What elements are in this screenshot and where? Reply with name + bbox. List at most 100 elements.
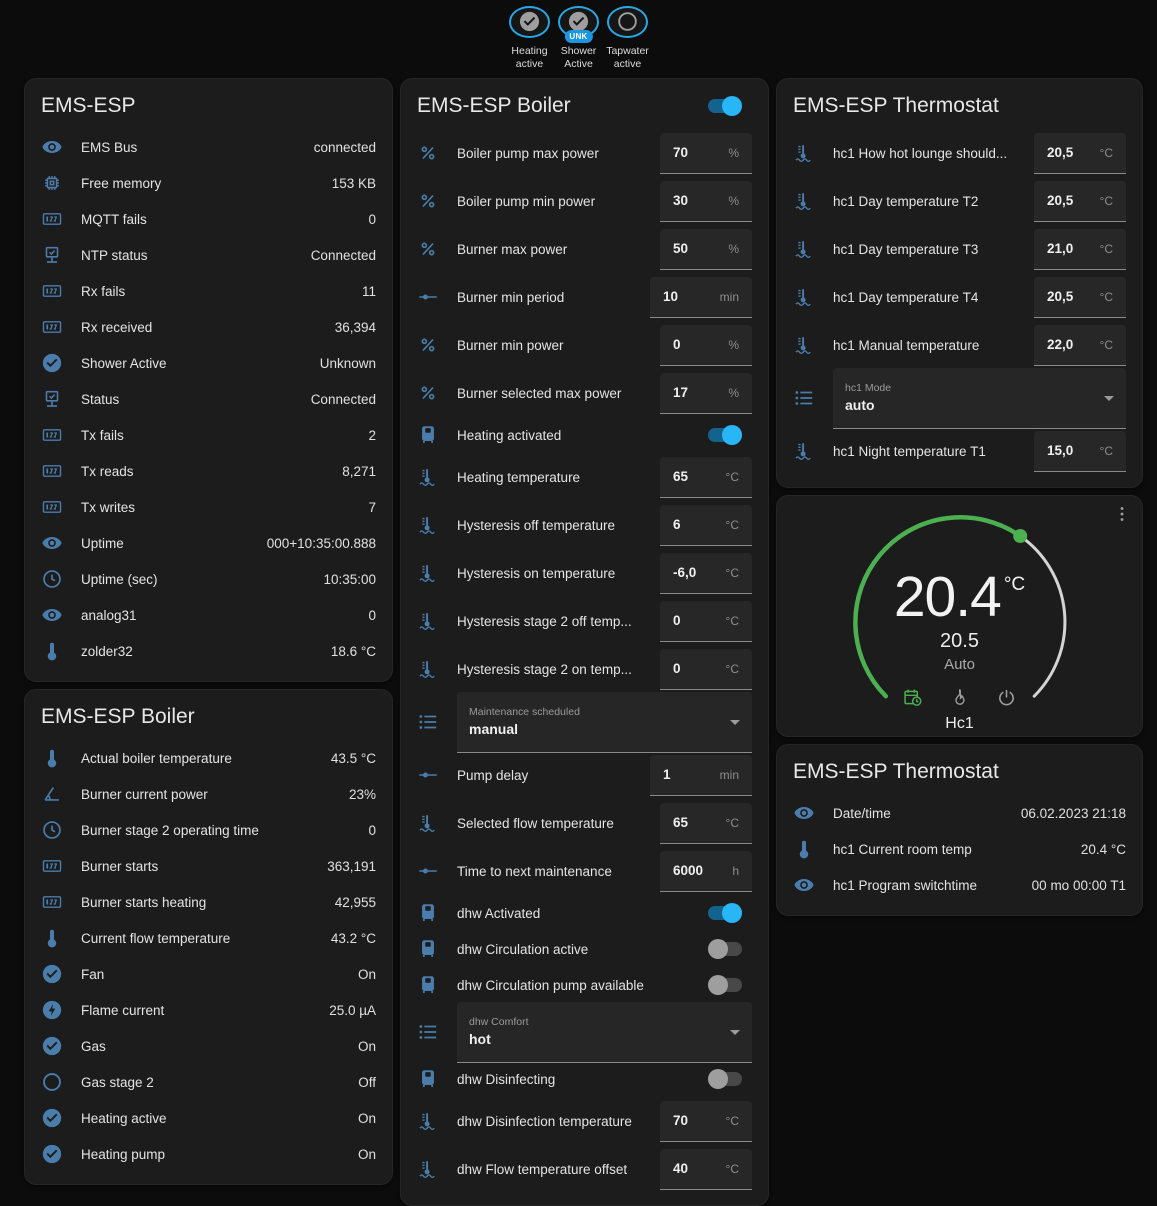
entity-row[interactable]: Uptime (sec)10:35:00 xyxy=(41,561,376,597)
entity-label: Selected flow temperature xyxy=(457,816,660,831)
status-badge[interactable]: Heating active xyxy=(507,6,553,72)
entity-row[interactable]: Heating pumpOn xyxy=(41,1136,376,1172)
entity-row[interactable]: MQTT fails0 xyxy=(41,201,376,237)
entity-row[interactable]: Flame current25.0 µA xyxy=(41,992,376,1028)
number-input[interactable]: 17% xyxy=(660,373,752,414)
number-value: 1 xyxy=(663,767,671,782)
number-input[interactable]: 70% xyxy=(660,133,752,174)
entity-row[interactable]: Tx reads8,271 xyxy=(41,453,376,489)
entity-row[interactable]: Burner stage 2 operating time0 xyxy=(41,812,376,848)
thermometer-icon xyxy=(793,838,833,860)
entity-row[interactable]: Shower ActiveUnknown xyxy=(41,345,376,381)
entity-label: Gas stage 2 xyxy=(81,1075,350,1090)
coolant-icon xyxy=(793,440,833,462)
number-unit: °C xyxy=(1100,290,1113,304)
card-toggle[interactable] xyxy=(708,99,742,113)
entity-row[interactable]: Uptime000+10:35:00.888 xyxy=(41,525,376,561)
entity-label: Date/time xyxy=(833,806,1013,821)
number-input[interactable]: 50% xyxy=(660,229,752,270)
number-input[interactable]: 65°C xyxy=(660,803,752,844)
entity-row[interactable]: Burner starts heating42,955 xyxy=(41,884,376,920)
number-input[interactable]: 22,0°C xyxy=(1034,325,1126,366)
number-input[interactable]: 20,5°C xyxy=(1034,277,1126,318)
number-value: 6000 xyxy=(673,863,703,878)
number-input[interactable]: 15,0°C xyxy=(1034,431,1126,472)
clock-icon xyxy=(41,568,81,590)
number-input[interactable]: 30% xyxy=(660,181,752,222)
number-input[interactable]: 0°C xyxy=(660,649,752,690)
number-input[interactable]: 21,0°C xyxy=(1034,229,1126,270)
entity-row[interactable]: GasOn xyxy=(41,1028,376,1064)
entity-row[interactable]: EMS Busconnected xyxy=(41,129,376,165)
number-input[interactable]: 0% xyxy=(660,325,752,366)
counter-icon xyxy=(41,460,81,482)
heat-mode-icon[interactable] xyxy=(949,687,970,713)
entity-row[interactable]: StatusConnected xyxy=(41,381,376,417)
setpoint-handle[interactable] xyxy=(1013,529,1027,543)
status-badge[interactable]: UNK Shower Active xyxy=(556,6,602,72)
entity-row[interactable]: Free memory153 KB xyxy=(41,165,376,201)
entity-label: MQTT fails xyxy=(81,212,360,227)
card-title: EMS-ESP Thermostat xyxy=(793,760,999,784)
number-input[interactable]: 20,5°C xyxy=(1034,181,1126,222)
entity-row[interactable]: Burner current power23% xyxy=(41,776,376,812)
number-input[interactable]: 10min xyxy=(650,277,752,318)
entity-row[interactable]: NTP statusConnected xyxy=(41,237,376,273)
entity-row[interactable]: zolder3218.6 °C xyxy=(41,633,376,669)
entity-row[interactable]: Rx received36,394 xyxy=(41,309,376,345)
number-input[interactable]: 0°C xyxy=(660,601,752,642)
list-icon xyxy=(417,1021,457,1043)
badge-label: Tapwater active xyxy=(605,45,651,72)
entity-row[interactable]: Current flow temperature43.2 °C xyxy=(41,920,376,956)
entity-row[interactable]: Date/time06.02.2023 21:18 xyxy=(793,795,1126,831)
toggle-switch[interactable] xyxy=(708,428,742,442)
ray-icon xyxy=(417,764,457,786)
number-input[interactable]: 40°C xyxy=(660,1149,752,1190)
power-off-icon[interactable] xyxy=(996,687,1017,713)
entity-row[interactable]: Actual boiler temperature43.5 °C xyxy=(41,740,376,776)
boiler-icon xyxy=(417,938,457,960)
number-input[interactable]: 6000 h xyxy=(660,851,752,892)
percent-icon xyxy=(417,382,457,404)
select-input[interactable]: Maintenance scheduledmanual xyxy=(457,692,752,753)
entity-row[interactable]: FanOn xyxy=(41,956,376,992)
entity-row: Hysteresis off temperature6°C xyxy=(417,501,752,549)
select-input[interactable]: dhw Comforthot xyxy=(457,1002,752,1063)
number-input[interactable]: 6°C xyxy=(660,505,752,546)
entity-row[interactable]: Tx fails2 xyxy=(41,417,376,453)
select-label: hc1 Mode xyxy=(845,382,1100,394)
flash-circle-icon xyxy=(41,999,81,1021)
number-input[interactable]: 70°C xyxy=(660,1101,752,1142)
toggle-switch[interactable] xyxy=(708,906,742,920)
entity-label: Rx received xyxy=(81,320,327,335)
card-thermostat-controls: EMS-ESP Thermostat hc1 How hot lounge sh… xyxy=(776,78,1143,488)
number-input[interactable]: 1 min xyxy=(650,755,752,796)
badge-label: Shower Active xyxy=(556,45,602,72)
entity-row[interactable]: hc1 Current room temp20.4 °C xyxy=(793,831,1126,867)
entity-value: 00 mo 00:00 T1 xyxy=(1032,878,1126,893)
entity-row[interactable]: hc1 Program switchtime00 mo 00:00 T1 xyxy=(793,867,1126,903)
select-input[interactable]: hc1 Modeauto xyxy=(833,368,1126,429)
status-badge[interactable]: Tapwater active xyxy=(605,6,651,72)
number-input[interactable]: 20,5°C xyxy=(1034,133,1126,174)
entity-row[interactable]: Heating activeOn xyxy=(41,1100,376,1136)
entity-row[interactable]: Burner starts363,191 xyxy=(41,848,376,884)
number-value: 65 xyxy=(673,469,688,484)
number-input[interactable]: 65°C xyxy=(660,457,752,498)
toggle-switch[interactable] xyxy=(708,1072,742,1086)
more-menu-icon[interactable] xyxy=(1112,504,1132,529)
entity-row[interactable]: Gas stage 2Off xyxy=(41,1064,376,1100)
entity-row: dhw Circulation pump available xyxy=(417,967,752,1003)
check-circle-icon xyxy=(41,1107,81,1129)
auto-mode-icon[interactable] xyxy=(902,687,923,713)
toggle-switch[interactable] xyxy=(708,942,742,956)
entity-row[interactable]: Tx writes7 xyxy=(41,489,376,525)
number-unit: min xyxy=(720,768,739,782)
entity-value: 0 xyxy=(368,823,376,838)
toggle-switch[interactable] xyxy=(708,978,742,992)
entity-row[interactable]: analog310 xyxy=(41,597,376,633)
select-label: Maintenance scheduled xyxy=(469,706,726,718)
entity-row[interactable]: Rx fails11 xyxy=(41,273,376,309)
number-unit: h xyxy=(732,864,739,878)
number-input[interactable]: -6,0°C xyxy=(660,553,752,594)
